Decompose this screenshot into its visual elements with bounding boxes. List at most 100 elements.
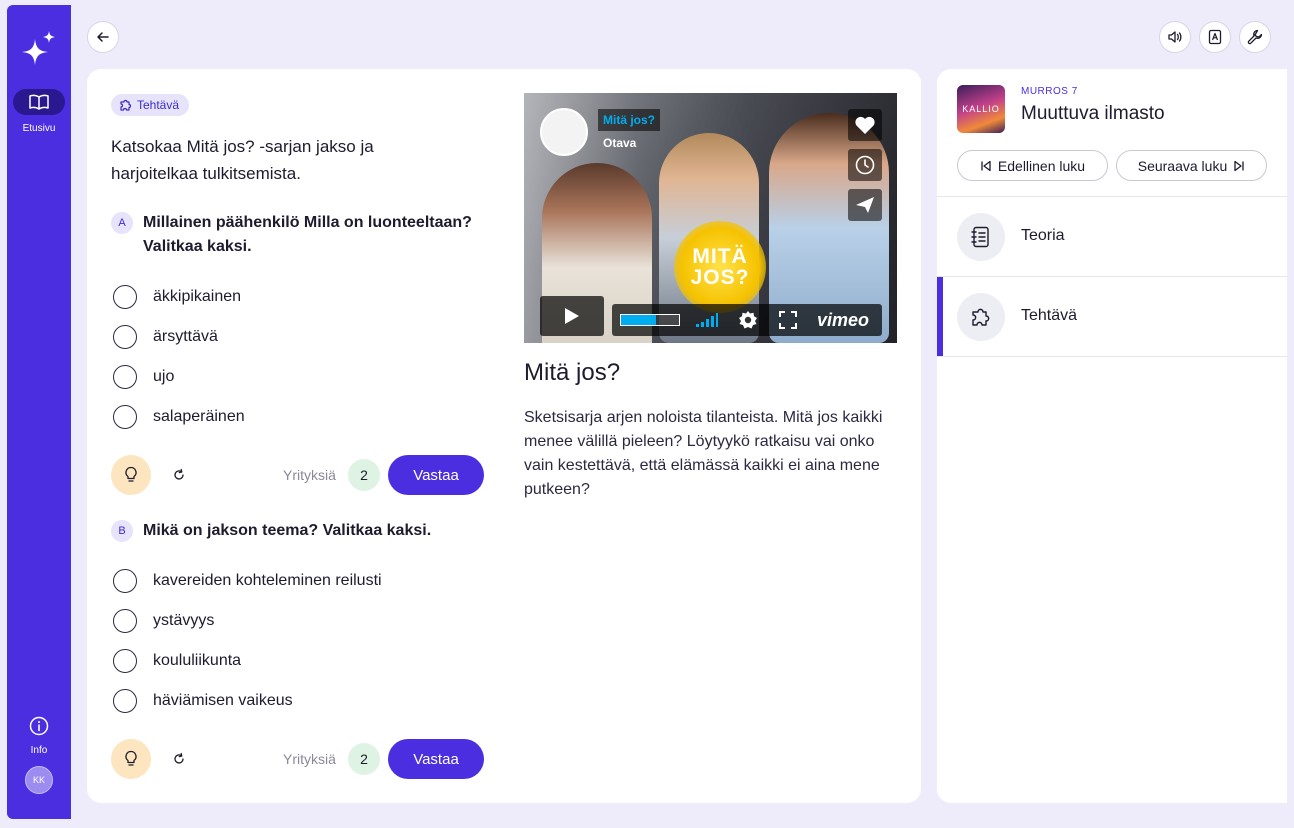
overlay-line: JOS? [690, 266, 750, 289]
radio-button[interactable] [113, 405, 137, 429]
chapter-panel: KALLIO MURROS 7 Muuttuva ilmasto Edellin… [937, 69, 1287, 803]
skip-forward-icon [1234, 160, 1244, 171]
nav-home-label: Etusivu [22, 123, 56, 134]
radio-button[interactable] [113, 649, 137, 673]
answer-option[interactable]: häviämisen vaikeus [113, 688, 293, 714]
read-aloud-button[interactable] [1159, 21, 1191, 53]
option-label: äkkipikainen [153, 288, 242, 305]
play-button[interactable] [540, 296, 604, 336]
nav-home-button[interactable] [13, 89, 65, 115]
watch-later-button[interactable] [848, 149, 882, 181]
question-text: Millainen päähenkilö Milla on luonteelta… [143, 214, 472, 255]
option-label: ujo [153, 368, 175, 385]
info-icon[interactable] [29, 716, 49, 736]
puzzle-icon [972, 308, 990, 326]
book-series: MURROS 7 [1021, 86, 1078, 97]
open-book-icon [29, 94, 49, 110]
lightbulb-icon [125, 466, 137, 482]
wrench-icon [1247, 29, 1263, 45]
question-letter: A [111, 212, 133, 234]
avatar[interactable]: KK [25, 766, 53, 794]
channel-avatar[interactable] [540, 108, 588, 156]
redo-icon [174, 752, 184, 764]
task-type-badge: Tehtävä [111, 94, 190, 116]
reset-button[interactable] [169, 465, 189, 485]
answer-option[interactable]: äkkipikainen [113, 284, 241, 310]
share-button[interactable] [848, 189, 882, 221]
answer-button[interactable]: Vastaa [388, 455, 484, 495]
dictionary-icon [1208, 29, 1222, 45]
answer-option[interactable]: ystävyys [113, 608, 214, 634]
heart-icon [855, 116, 875, 134]
option-label: ärsyttävä [153, 328, 218, 345]
answer-option[interactable]: salaperäinen [113, 404, 245, 430]
tools-button[interactable] [1239, 21, 1271, 53]
video-title: Mitä jos? [524, 359, 621, 386]
next-chapter-button[interactable]: Seuraava luku [1116, 150, 1267, 181]
fullscreen-icon[interactable] [779, 311, 797, 329]
answer-option[interactable]: kavereiden kohteleminen reilusti [113, 568, 382, 594]
option-label: koululiikunta [153, 652, 242, 669]
puzzle-icon [120, 99, 132, 111]
previous-chapter-button[interactable]: Edellinen luku [957, 150, 1108, 181]
lightbulb-icon [125, 750, 137, 766]
option-label: salaperäinen [153, 408, 245, 425]
video-channel-name[interactable]: Otava [603, 136, 636, 150]
speaker-icon [1168, 31, 1182, 43]
overlay-line: MITÄ [692, 245, 748, 268]
dictionary-button[interactable] [1199, 21, 1231, 53]
video-player[interactable]: MITÄ JOS? Mitä jos? Otava vimeo [524, 93, 897, 343]
option-label: ystävyys [153, 612, 215, 629]
radio-button[interactable] [113, 365, 137, 389]
video-player-title[interactable]: Mitä jos? [598, 109, 661, 131]
video-description: Sketsisarja arjen noloista tilanteista. … [524, 409, 883, 498]
divider [937, 356, 1287, 357]
question-letter: B [111, 520, 133, 542]
question-text: Mikä on jakson teema? Valitkaa kaksi. [143, 522, 432, 539]
sidebar: Etusivu Info KK [7, 5, 71, 819]
answer-option[interactable]: ärsyttävä [113, 324, 218, 350]
back-arrow-icon [97, 32, 109, 42]
sparkle-logo-icon[interactable] [21, 29, 57, 69]
play-icon [565, 308, 579, 324]
section-item-tehtava[interactable]: Tehtävä [937, 277, 1287, 357]
next-chapter-label: Seuraava luku [1137, 157, 1228, 174]
hint-button[interactable] [111, 739, 151, 779]
section-label: Tehtävä [1021, 307, 1078, 324]
answer-option[interactable]: koululiikunta [113, 648, 241, 674]
section-icon [957, 213, 1005, 261]
tries-label: Yrityksiä [283, 467, 336, 483]
task-card: Tehtävä Katsokaa Mitä jos? -sarjan jakso… [87, 69, 921, 803]
section-icon [957, 293, 1005, 341]
tries-count-badge: 2 [348, 459, 380, 491]
hint-button[interactable] [111, 455, 151, 495]
reset-button[interactable] [169, 749, 189, 769]
active-indicator [937, 277, 943, 357]
vimeo-logo[interactable]: vimeo [817, 310, 869, 331]
info-label: Info [30, 745, 48, 756]
book-cover-text: KALLIO [962, 104, 1000, 114]
option-label: kavereiden kohteleminen reilusti [153, 572, 382, 589]
chapter-title: Muuttuva ilmasto [1021, 103, 1165, 124]
section-item-teoria[interactable]: Teoria [937, 197, 1287, 277]
video-title-overlay: MITÄ JOS? [674, 221, 766, 313]
radio-button[interactable] [113, 285, 137, 309]
radio-button[interactable] [113, 569, 137, 593]
notebook-icon [971, 226, 989, 248]
volume-bars-icon[interactable] [696, 313, 718, 327]
redo-icon [174, 468, 184, 480]
clock-icon [855, 155, 875, 175]
answer-option[interactable]: ujo [113, 364, 174, 390]
radio-button[interactable] [113, 609, 137, 633]
settings-gear-icon[interactable] [738, 310, 758, 330]
back-button[interactable] [87, 21, 119, 53]
task-type-label: Tehtävä [137, 98, 180, 112]
like-button[interactable] [848, 109, 882, 141]
radio-button[interactable] [113, 689, 137, 713]
video-progress-bar[interactable] [620, 314, 680, 326]
answer-button[interactable]: Vastaa [388, 739, 484, 779]
tries-count-badge: 2 [348, 743, 380, 775]
previous-chapter-label: Edellinen luku [997, 157, 1086, 174]
paper-plane-icon [856, 197, 874, 213]
radio-button[interactable] [113, 325, 137, 349]
